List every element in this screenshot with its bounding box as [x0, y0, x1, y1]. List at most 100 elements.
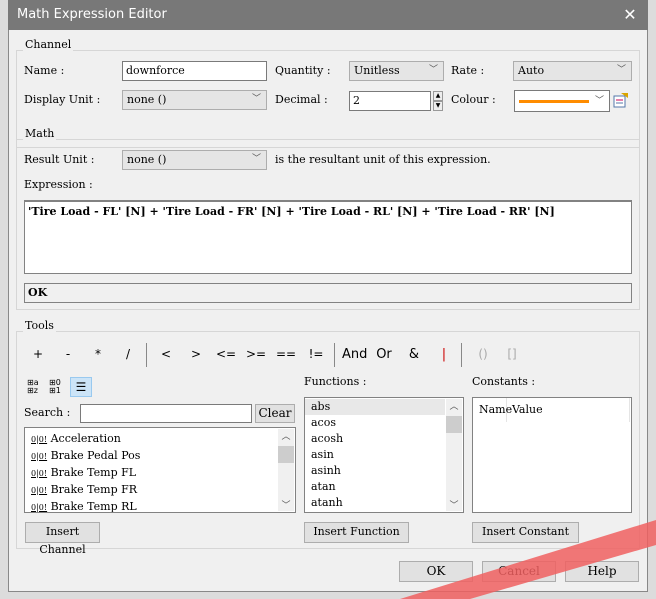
- channel-name: Brake Temp FL: [50, 466, 137, 479]
- list-item[interactable]: 0|0! Brake Temp FR: [25, 481, 295, 498]
- sort-alpha-icon[interactable]: ⊞a ⊞z: [27, 379, 45, 395]
- channel-icon: 0|0!: [31, 435, 48, 444]
- constants-header: Name Value: [473, 398, 630, 422]
- help-button[interactable]: Help: [565, 561, 639, 582]
- scroll-up-icon[interactable]: ︿: [446, 399, 462, 412]
- search-label: Search :: [24, 406, 71, 419]
- operator-multiply-button[interactable]: *: [86, 347, 110, 361]
- search-input[interactable]: [80, 404, 252, 423]
- colour-label: Colour :: [451, 93, 496, 106]
- list-item[interactable]: 0|0! Acceleration: [25, 430, 295, 447]
- list-item[interactable]: asin: [305, 447, 463, 463]
- channel-list[interactable]: 0|0! Acceleration 0|0! Brake Pedal Pos 0…: [24, 427, 296, 513]
- brackets-button[interactable]: []: [500, 347, 524, 361]
- list-item[interactable]: 0|0! Brake Temp FL: [25, 464, 295, 481]
- result-unit-select[interactable]: none () ﹀: [122, 150, 267, 170]
- channel-name: Acceleration: [50, 432, 121, 445]
- result-unit-note: is the resultant unit of this expression…: [275, 153, 491, 166]
- operator-and-button[interactable]: And: [342, 347, 367, 362]
- quantity-label: Quantity :: [275, 64, 331, 77]
- decimal-input[interactable]: 2: [349, 91, 431, 111]
- clear-button[interactable]: Clear: [255, 404, 295, 423]
- math-group-label: Math: [23, 127, 57, 140]
- toolbar-separator: [334, 343, 335, 367]
- title-bar: Math Expression Editor: [8, 0, 648, 30]
- operator-greater-button[interactable]: >: [184, 347, 208, 361]
- toolbar-separator: [146, 343, 147, 367]
- channel-icon: 0|0!: [31, 503, 48, 512]
- operator-less-button[interactable]: <: [154, 347, 178, 361]
- ok-button[interactable]: OK: [399, 561, 473, 582]
- name-input[interactable]: downforce: [122, 61, 267, 81]
- operator-pipe-button[interactable]: |: [432, 347, 456, 362]
- colour-swatch: [519, 100, 589, 103]
- tools-group-label: Tools: [23, 319, 56, 332]
- scroll-thumb[interactable]: [278, 446, 294, 463]
- colour-select[interactable]: ﹀: [514, 90, 610, 112]
- column-header-name[interactable]: Name: [473, 398, 512, 422]
- insert-function-button[interactable]: Insert Function: [304, 522, 409, 543]
- window-title: Math Expression Editor: [17, 7, 167, 22]
- scroll-thumb[interactable]: [446, 416, 462, 433]
- list-item[interactable]: 0|0! Brake Pedal Pos: [25, 447, 295, 464]
- quantity-select[interactable]: Unitless ﹀: [349, 61, 444, 81]
- operator-or-button[interactable]: Or: [372, 347, 396, 362]
- insert-constant-button[interactable]: Insert Constant: [472, 522, 579, 543]
- decimal-spinner[interactable]: ▲ ▼: [433, 91, 443, 111]
- list-item[interactable]: atan: [305, 479, 463, 495]
- operator-plus-button[interactable]: +: [26, 347, 50, 361]
- cancel-button[interactable]: Cancel: [482, 561, 556, 582]
- channel-icon: 0|0!: [31, 452, 48, 461]
- operator-greater-equal-button[interactable]: >=: [244, 347, 268, 361]
- insert-channel-button[interactable]: Insert Channel: [25, 522, 100, 556]
- rate-label: Rate :: [451, 64, 485, 77]
- list-view-icon[interactable]: ☰: [70, 377, 92, 397]
- list-item[interactable]: atanh: [305, 495, 463, 511]
- constants-table[interactable]: Name Value: [472, 397, 632, 513]
- operator-not-equal-button[interactable]: !=: [304, 347, 328, 361]
- display-unit-label: Display Unit :: [24, 93, 101, 106]
- scroll-up-icon[interactable]: ︿: [278, 429, 294, 442]
- channel-name: Brake Temp RL: [50, 500, 137, 513]
- channel-icon: 0|0!: [31, 486, 48, 495]
- channel-name: Brake Temp FR: [50, 483, 138, 496]
- list-item[interactable]: acos: [305, 415, 463, 431]
- scroll-down-icon[interactable]: ﹀: [446, 498, 462, 511]
- expression-textarea[interactable]: 'Tire Load - FL' [N] + 'Tire Load - FR' …: [24, 200, 632, 274]
- display-unit-select[interactable]: none () ﹀: [122, 90, 267, 110]
- close-icon[interactable]: ✕: [620, 0, 640, 30]
- colour-picker-icon[interactable]: [613, 92, 629, 108]
- list-item[interactable]: abs: [305, 399, 445, 415]
- channel-group-label: Channel: [23, 38, 74, 51]
- expression-status: OK: [24, 283, 632, 303]
- list-item[interactable]: acosh: [305, 431, 463, 447]
- functions-list-scrollbar[interactable]: ︿ ﹀: [446, 399, 462, 511]
- functions-label: Functions :: [304, 375, 367, 388]
- name-label: Name :: [24, 64, 65, 77]
- rate-value: Auto: [518, 64, 545, 77]
- operator-minus-button[interactable]: -: [56, 347, 80, 361]
- parentheses-button[interactable]: (): [471, 347, 495, 361]
- chevron-down-icon: ﹀: [616, 65, 626, 75]
- rate-select[interactable]: Auto ﹀: [513, 61, 632, 81]
- list-item[interactable]: 0|0! Brake Temp RL: [25, 498, 295, 513]
- display-unit-value: none (): [127, 93, 167, 106]
- channel-name: Brake Pedal Pos: [50, 449, 141, 462]
- operator-ampersand-button[interactable]: &: [402, 347, 426, 362]
- constants-label: Constants :: [472, 375, 536, 388]
- list-item[interactable]: asinh: [305, 463, 463, 479]
- decimal-label: Decimal :: [275, 93, 328, 106]
- quantity-value: Unitless: [354, 64, 400, 77]
- toolbar-separator: [461, 343, 462, 367]
- operator-equal-button[interactable]: ==: [274, 347, 298, 361]
- column-header-value[interactable]: Value: [507, 398, 543, 422]
- spin-up-icon[interactable]: ▲: [433, 91, 443, 101]
- scroll-down-icon[interactable]: ﹀: [278, 498, 294, 511]
- channel-list-scrollbar[interactable]: ︿ ﹀: [278, 429, 294, 511]
- sort-numeric-icon[interactable]: ⊞0 ⊞1: [49, 379, 67, 395]
- operator-less-equal-button[interactable]: <=: [214, 347, 238, 361]
- operator-divide-button[interactable]: /: [116, 347, 140, 361]
- functions-list[interactable]: abs acos acosh asin asinh atan atanh ︿ ﹀: [304, 397, 464, 513]
- spin-down-icon[interactable]: ▼: [433, 101, 443, 111]
- result-unit-label: Result Unit :: [24, 153, 95, 166]
